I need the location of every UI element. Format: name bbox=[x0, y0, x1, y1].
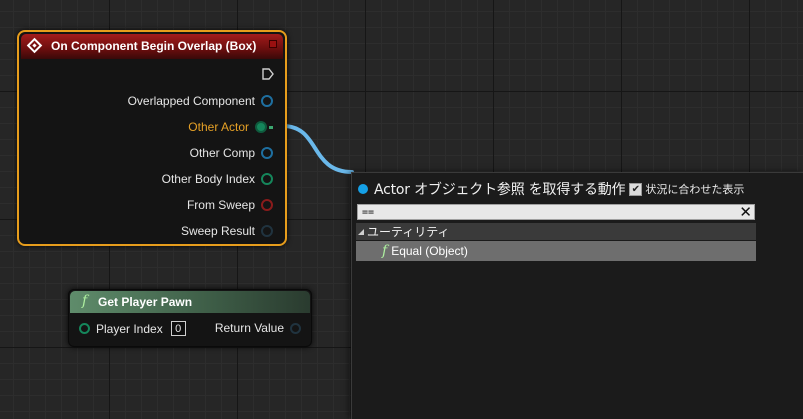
get-player-pawn-node[interactable]: f Get Player Pawn Player Index 0 Return … bbox=[68, 289, 312, 347]
pin-other-comp[interactable]: Other Comp bbox=[190, 145, 273, 161]
function-icon: f bbox=[382, 243, 388, 259]
event-diamond-icon bbox=[26, 37, 43, 54]
struct-pin-icon[interactable] bbox=[261, 225, 273, 237]
object-pin-icon[interactable] bbox=[261, 95, 273, 107]
pin-other-actor[interactable]: Other Actor bbox=[188, 119, 273, 135]
pin-label: Other Actor bbox=[188, 120, 249, 134]
clear-search-icon[interactable]: ✕ bbox=[739, 203, 752, 221]
event-node-component-begin-overlap[interactable]: On Component Begin Overlap (Box) Overlap… bbox=[17, 30, 287, 246]
pin-player-index[interactable]: Player Index 0 bbox=[79, 321, 186, 336]
menu-title: Actor オブジェクト参照 を取得する動作 bbox=[374, 182, 626, 198]
pin-label: Other Comp bbox=[189, 146, 255, 160]
pin-other-body-index[interactable]: Other Body Index bbox=[162, 171, 273, 187]
func-node-header[interactable]: f Get Player Pawn bbox=[70, 291, 310, 313]
function-icon: f bbox=[82, 293, 88, 309]
pin-label: Overlapped Component bbox=[127, 94, 255, 108]
player-index-input[interactable]: 0 bbox=[170, 321, 186, 336]
pin-return-value[interactable]: Return Value bbox=[215, 321, 301, 335]
event-node-header[interactable]: On Component Begin Overlap (Box) bbox=[21, 34, 283, 59]
context-action-menu[interactable]: Actor オブジェクト参照 を取得する動作 ✔ 状況に合わせた表示 ✕ ユーテ… bbox=[351, 172, 803, 419]
event-node-title: On Component Begin Overlap (Box) bbox=[51, 39, 257, 53]
delegate-pin-icon[interactable] bbox=[269, 40, 277, 48]
context-sensitive-checkbox[interactable]: ✔ bbox=[629, 182, 643, 196]
boolean-pin-icon[interactable] bbox=[261, 199, 273, 211]
object-type-dot-icon bbox=[358, 184, 368, 194]
search-input[interactable] bbox=[360, 205, 734, 219]
category-label: ユーティリティ bbox=[367, 225, 450, 239]
pin-from-sweep[interactable]: From Sweep bbox=[187, 197, 273, 213]
result-equal-object[interactable]: f Equal (Object) bbox=[356, 241, 756, 261]
object-pin-icon[interactable] bbox=[290, 322, 301, 334]
object-pin-icon[interactable] bbox=[261, 147, 273, 159]
search-box[interactable]: ✕ bbox=[357, 203, 755, 221]
integer-pin-icon[interactable] bbox=[261, 173, 273, 185]
pin-connector-icon bbox=[269, 125, 273, 129]
result-label: Equal (Object) bbox=[391, 244, 468, 258]
integer-pin-icon[interactable] bbox=[79, 323, 90, 334]
expand-triangle-icon[interactable] bbox=[358, 228, 364, 235]
exec-output-pin-icon[interactable] bbox=[262, 68, 274, 80]
pin-label: Sweep Result bbox=[180, 224, 255, 238]
context-sensitive-label[interactable]: 状況に合わせた表示 bbox=[645, 181, 744, 197]
pin-label: Player Index bbox=[96, 321, 163, 336]
pin-sweep-result[interactable]: Sweep Result bbox=[181, 223, 273, 239]
category-utilities[interactable]: ユーティリティ bbox=[356, 223, 756, 240]
menu-header: Actor オブジェクト参照 を取得する動作 ✔ 状況に合わせた表示 bbox=[358, 179, 803, 199]
pin-label: From Sweep bbox=[186, 198, 255, 212]
pin-label: Return Value bbox=[214, 321, 284, 335]
pin-label: Other Body Index bbox=[161, 172, 255, 186]
pin-overlapped-component[interactable]: Overlapped Component bbox=[128, 93, 273, 109]
object-pin-icon[interactable] bbox=[255, 121, 267, 133]
func-node-title: Get Player Pawn bbox=[98, 295, 193, 309]
